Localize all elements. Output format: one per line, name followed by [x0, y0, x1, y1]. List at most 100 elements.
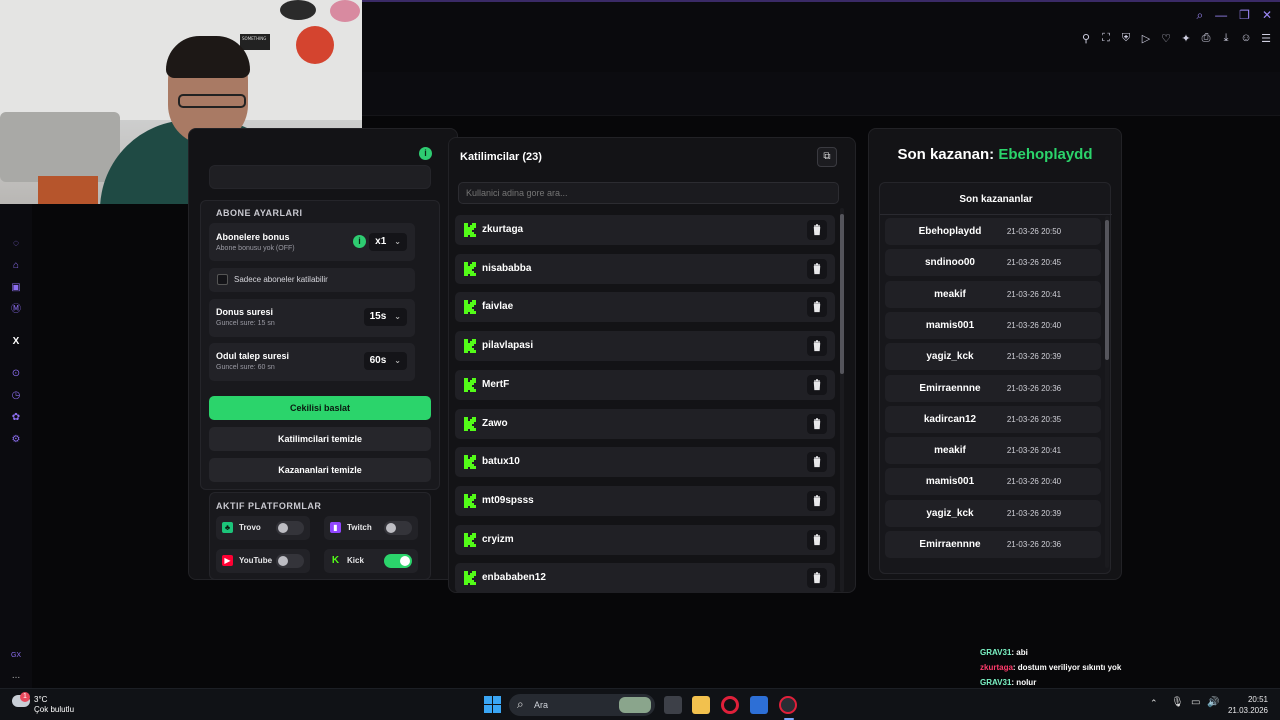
delete-participant-button[interactable] — [807, 220, 827, 240]
trash-icon — [813, 533, 821, 545]
trash-icon — [813, 572, 821, 584]
tray-chevron-icon[interactable]: ⌃ — [1150, 698, 1158, 709]
copy-icon[interactable]: ⧉ — [817, 147, 837, 167]
participant-row: mt09spsss — [455, 485, 835, 516]
extensions-icon[interactable]: ✦ — [1180, 32, 1192, 45]
play-icon[interactable]: ▷ — [1140, 32, 1152, 45]
search-icon[interactable]: ⌕ — [1196, 8, 1203, 23]
participant-row: nisababba — [455, 253, 835, 284]
winner-row: meakif 21-03-26 20:41 — [885, 280, 1101, 308]
info-icon[interactable]: i — [419, 147, 432, 160]
windows-taskbar: 1 3°C Çok bulutlu ⌕ Ara ⌃ 🎙 ▭ 🔊 20:51 21… — [0, 688, 1280, 720]
clock-time[interactable]: 20:51 — [1248, 695, 1268, 704]
participant-search-input[interactable] — [458, 182, 839, 204]
volume-icon[interactable]: 🔊 — [1207, 697, 1219, 708]
kick-toggle[interactable] — [384, 554, 412, 568]
opera-icon[interactable] — [721, 696, 739, 714]
gx-icon[interactable]: GX — [8, 650, 24, 662]
winner-time: 21-03-26 20:36 — [1006, 383, 1062, 393]
trash-icon — [813, 262, 821, 274]
browser-toolbar: ⌕ — ❐ ✕ ⚲ ⛶ ⛨ ▷ ♡ ✦ ⎙ ⤓ ☺ ☰ — [362, 0, 1280, 72]
weather-desc[interactable]: Çok bulutlu — [34, 705, 74, 714]
minimize-icon[interactable]: — — [1215, 8, 1227, 23]
messenger-icon[interactable]: Ⓜ — [10, 304, 22, 316]
youtube-toggle[interactable] — [276, 554, 304, 568]
opera-gx-icon[interactable] — [779, 696, 797, 714]
winner-row: Emirraennne 21-03-26 20:36 — [885, 531, 1101, 558]
platform-trovo: ♣ Trovo — [216, 516, 310, 540]
task-view-icon[interactable] — [664, 696, 682, 714]
delete-participant-button[interactable] — [807, 568, 827, 589]
taskbar-search[interactable]: ⌕ Ara — [509, 694, 655, 716]
last-winner-heading: Son kazanan: Ebehoplaydd — [868, 146, 1122, 163]
trash-icon — [813, 378, 821, 390]
platform-label: Kick — [347, 556, 364, 565]
close-icon[interactable]: ✕ — [1262, 8, 1272, 23]
download-icon[interactable]: ⤓ — [1220, 32, 1232, 45]
delete-participant-button[interactable] — [807, 452, 827, 473]
clear-winners-button[interactable]: Kazananlari temizle — [209, 458, 431, 482]
kick-icon — [464, 455, 476, 470]
subscribers-only-row[interactable]: Sadece aboneler katilabilir — [209, 268, 415, 292]
clock-date[interactable]: 21.03.2026 — [1228, 706, 1268, 715]
screenshot-icon[interactable]: ⛶ — [1100, 32, 1112, 45]
winner-time: 21-03-26 20:40 — [1006, 477, 1062, 487]
maximize-icon[interactable]: ❐ — [1239, 8, 1250, 23]
delete-participant-button[interactable] — [807, 297, 827, 318]
participant-row: MertF — [455, 369, 835, 400]
menu-icon[interactable]: ☰ — [1260, 32, 1272, 45]
extensions-sidebar-icon[interactable]: ✿ — [10, 412, 22, 424]
settings-icon[interactable]: ⚙ — [10, 434, 22, 446]
participant-name: mt09spsss — [482, 494, 534, 506]
participants-scroll-thumb[interactable] — [840, 214, 844, 374]
aria-icon[interactable]: ◌ — [10, 238, 22, 250]
store-icon[interactable]: ⌂ — [10, 260, 22, 272]
twitch-toggle[interactable] — [384, 521, 412, 535]
participant-row: zkurtaga — [455, 215, 835, 245]
bonus-info-icon[interactable]: i — [353, 235, 366, 248]
start-giveaway-button[interactable]: Cekilisi baslat — [209, 396, 431, 420]
pin-icon[interactable]: ⚲ — [1080, 32, 1092, 45]
trovo-toggle[interactable] — [276, 521, 304, 535]
delete-participant-button[interactable] — [807, 374, 827, 395]
snapshot-icon[interactable]: ⎙ — [1200, 32, 1212, 45]
countdown-select[interactable]: 15s ⌄ — [363, 308, 407, 326]
player-icon[interactable]: ⊙ — [10, 368, 22, 380]
kick-icon — [464, 223, 476, 237]
row-subtitle: Guncel sure: 15 sn — [216, 320, 275, 327]
winner-time: 21-03-26 20:41 — [1006, 446, 1062, 456]
delete-participant-button[interactable] — [807, 258, 827, 279]
kick-icon — [464, 339, 476, 354]
subscribers-only-checkbox[interactable] — [217, 274, 228, 285]
youtube-icon: ▶ — [222, 555, 233, 566]
participant-row: faivlae — [455, 292, 835, 323]
more-icon[interactable]: ... — [10, 670, 22, 682]
chevron-down-icon: ⌄ — [394, 237, 401, 246]
microphone-icon[interactable]: 🎙 — [1171, 697, 1184, 708]
delete-participant-button[interactable] — [807, 490, 827, 511]
participant-row: Zawo — [455, 408, 835, 439]
heart-icon[interactable]: ♡ — [1160, 32, 1172, 45]
delete-participant-button[interactable] — [807, 336, 827, 357]
store-app-icon[interactable] — [750, 696, 768, 714]
delete-participant-button[interactable] — [807, 413, 827, 434]
shield-icon[interactable]: ⛨ — [1120, 32, 1132, 45]
twitch-sidebar-icon[interactable]: ▣ — [10, 282, 22, 294]
claim-time-select[interactable]: 60s ⌄ — [363, 352, 407, 370]
x-icon[interactable]: X — [10, 336, 22, 348]
winner-row: kadircan12 21-03-26 20:35 — [885, 405, 1101, 433]
bonus-multiplier-select[interactable]: x1 ⌄ — [369, 233, 407, 251]
browser-sidebar: ◌ ⌂ ▣ Ⓜ X ⊙ ◷ ✿ ⚙ GX ... — [0, 204, 32, 688]
account-icon[interactable]: ☺ — [1240, 32, 1252, 45]
participant-row: pilavlapasi — [455, 331, 835, 362]
countdown-row: Donus suresi Guncel sure: 15 sn 15s ⌄ — [209, 299, 415, 337]
clear-participants-button[interactable]: Katilimcilari temizle — [209, 427, 431, 451]
file-explorer-icon[interactable] — [692, 696, 710, 714]
start-icon[interactable] — [484, 696, 501, 713]
network-icon[interactable]: ▭ — [1191, 697, 1200, 708]
weather-temp[interactable]: 3°C — [34, 695, 47, 704]
winners-scroll-thumb[interactable] — [1105, 220, 1109, 360]
subscriber-bonus-row: Abonelere bonus Abone bonusu yok (OFF) i… — [209, 223, 415, 261]
delete-participant-button[interactable] — [807, 529, 827, 550]
history-icon[interactable]: ◷ — [10, 390, 22, 402]
